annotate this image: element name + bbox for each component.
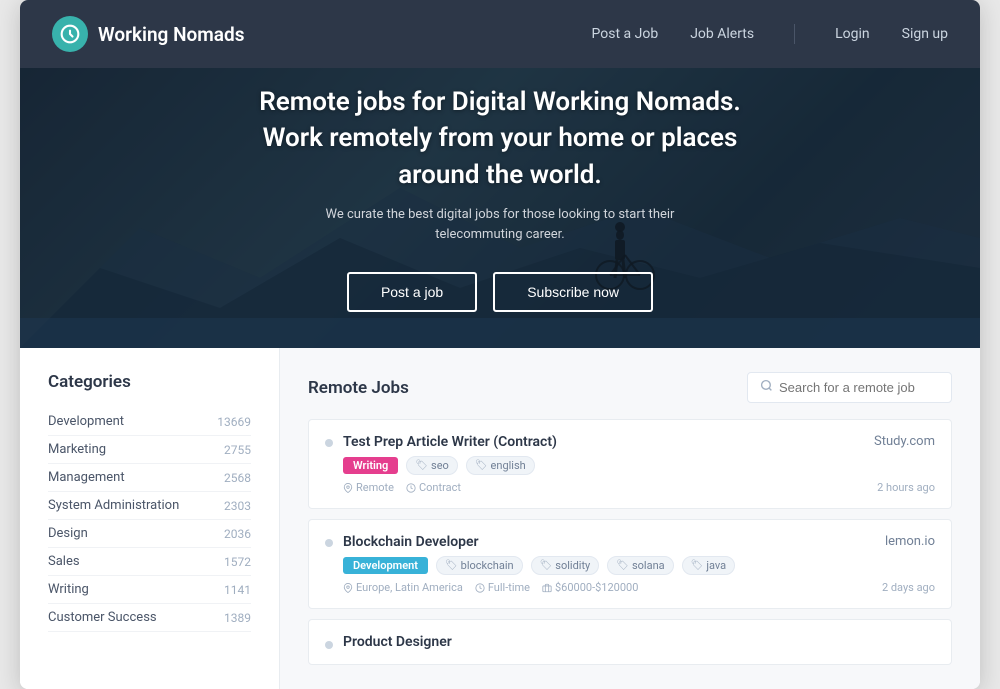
job-card-1: Test Prep Article Writer (Contract) Stud… [308,419,952,509]
tag-solana: 🏷 solana [607,556,673,575]
nav-login[interactable]: Login [835,26,870,42]
tag-icon: 🏷 [415,460,428,471]
job-status-dot [325,539,333,547]
job-title[interactable]: Test Prep Article Writer (Contract) [343,434,557,450]
location-remote: Remote [343,481,394,494]
job-posted-time: 2 hours ago [877,481,935,494]
subscribe-button[interactable]: Subscribe now [493,272,653,312]
location-salary: $60000-$120000 [542,581,638,594]
navbar: Working Nomads Post a Job Job Alerts Log… [20,0,980,68]
category-badge-writing[interactable]: Writing [343,457,398,474]
job-location-row: Europe, Latin America Full-time $60000-$… [343,581,638,594]
hero-section: Remote jobs for Digital Working Nomads. … [20,68,980,348]
hero-content: Remote jobs for Digital Working Nomads. … [219,84,781,312]
job-list-header: Remote Jobs [308,372,952,403]
tag-java: 🏷 java [682,556,735,575]
category-name: Writing [48,582,89,597]
category-count: 2755 [224,443,251,457]
category-list: Development 13669 Marketing 2755 Managem… [48,408,251,632]
job-card-left: Blockchain Developer [325,534,479,550]
category-name: Design [48,526,88,541]
nav-divider [794,24,795,44]
category-item-sysadmin[interactable]: System Administration 2303 [48,492,251,520]
category-count: 2568 [224,471,251,485]
category-count: 13669 [217,415,251,429]
tag-icon: 🏷 [616,560,629,571]
post-job-button[interactable]: Post a job [347,272,477,312]
hero-subtitle: We curate the best digital jobs for thos… [259,205,741,244]
tag-seo: 🏷 seo [406,456,458,475]
job-meta-row: Writing 🏷 seo 🏷 english [325,456,935,475]
tag-icon: 🏷 [540,560,553,571]
hero-title: Remote jobs for Digital Working Nomads. … [259,84,741,193]
logo-text: Working Nomads [98,23,244,46]
main-content: Categories Development 13669 Marketing 2… [20,348,980,689]
job-bottom-row: Europe, Latin America Full-time $60000-$… [325,581,935,594]
logo-container: Working Nomads [52,16,244,52]
job-card-top: Blockchain Developer lemon.io [325,534,935,550]
category-name: Marketing [48,442,106,457]
job-title[interactable]: Product Designer [343,634,452,650]
search-box[interactable] [747,372,952,403]
category-count: 1389 [224,611,251,625]
sidebar: Categories Development 13669 Marketing 2… [20,348,280,689]
job-posted-time: 2 days ago [882,581,935,594]
category-item-marketing[interactable]: Marketing 2755 [48,436,251,464]
category-name: Management [48,470,125,485]
category-count: 2036 [224,527,251,541]
location-region: Europe, Latin America [343,581,463,594]
category-item-customer-success[interactable]: Customer Success 1389 [48,604,251,632]
search-icon [760,379,773,396]
job-card-2: Blockchain Developer lemon.io Developmen… [308,519,952,609]
navbar-links: Post a Job Job Alerts Login Sign up [592,24,948,44]
nav-signup[interactable]: Sign up [902,26,948,42]
category-count: 1141 [224,583,251,597]
category-item-management[interactable]: Management 2568 [48,464,251,492]
job-location-row: Remote Contract [343,481,461,494]
category-count: 2303 [224,499,251,513]
job-status-dot [325,439,333,447]
nav-post-job[interactable]: Post a Job [592,26,659,42]
hero-buttons: Post a job Subscribe now [259,272,741,312]
job-bottom-row: Remote Contract 2 hours ago [325,481,935,494]
location-contract: Contract [406,481,461,494]
category-badge-development[interactable]: Development [343,557,428,574]
tag-english: 🏷 english [466,456,535,475]
job-meta-row: Development 🏷 blockchain 🏷 solidity 🏷 so… [325,556,935,575]
logo-icon [52,16,88,52]
category-name: System Administration [48,498,179,513]
tag-blockchain: 🏷 blockchain [436,556,523,575]
job-list-section: Remote Jobs Test Prep Article Writer (Co… [280,348,980,689]
tag-icon: 🏷 [445,560,458,571]
job-card-top: Test Prep Article Writer (Contract) Stud… [325,434,935,450]
job-list-title: Remote Jobs [308,378,409,398]
location-fulltime: Full-time [475,581,530,594]
tag-icon: 🏷 [475,460,488,471]
tag-solidity: 🏷 solidity [531,556,600,575]
category-item-sales[interactable]: Sales 1572 [48,548,251,576]
job-status-dot [325,641,333,649]
job-company: Study.com [874,434,935,449]
job-company: lemon.io [885,534,935,549]
job-card-3: Product Designer [308,619,952,665]
sidebar-title: Categories [48,372,251,392]
nav-job-alerts[interactable]: Job Alerts [690,26,754,42]
search-input[interactable] [779,380,939,395]
browser-window: Working Nomads Post a Job Job Alerts Log… [20,0,980,689]
category-item-development[interactable]: Development 13669 [48,408,251,436]
job-title[interactable]: Blockchain Developer [343,534,479,550]
category-item-design[interactable]: Design 2036 [48,520,251,548]
tag-icon: 🏷 [691,560,704,571]
category-count: 1572 [224,555,251,569]
category-name: Sales [48,554,80,569]
category-name: Development [48,414,124,429]
category-name: Customer Success [48,610,157,625]
job-card-left: Test Prep Article Writer (Contract) [325,434,557,450]
